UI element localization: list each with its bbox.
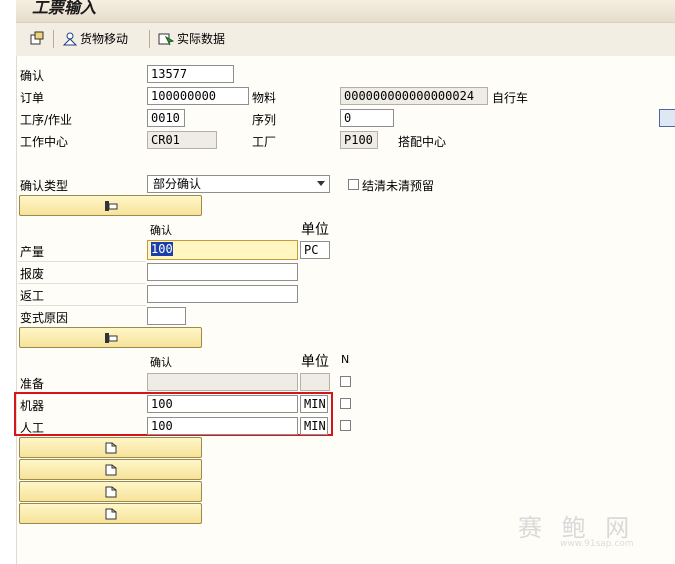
rework-field[interactable] (147, 285, 298, 303)
section-expand-button-2[interactable] (19, 459, 202, 480)
goods-movement-button[interactable]: 货物移动 (63, 30, 128, 47)
title-bar (16, 0, 675, 22)
workcenter-description: 搭配中心 (398, 135, 447, 149)
conf-type-dropdown[interactable]: 部分确认 (147, 175, 330, 193)
workcenter-label: 工作中心 (20, 135, 69, 149)
expand-section-icon (105, 486, 116, 497)
clear-reservations-checkbox[interactable] (348, 179, 359, 190)
setup-field (147, 373, 298, 391)
qty-unit-header: 单位 (301, 222, 329, 238)
act-unit-header: 单位 (301, 354, 329, 370)
plant-label: 工厂 (252, 135, 277, 149)
row-divider (18, 283, 146, 284)
chevron-down-icon (317, 181, 325, 186)
actual-data-button[interactable]: 实际数据 (158, 30, 225, 47)
material-label: 物料 (252, 91, 277, 105)
row-divider (18, 305, 146, 306)
toolbar-separator (53, 30, 54, 48)
act-n-header: N (341, 353, 350, 366)
sequence-field[interactable]: 0 (340, 109, 394, 127)
scrap-label: 报废 (20, 267, 45, 281)
plant-field: P100 (340, 131, 378, 149)
section-expand-button-3[interactable] (19, 481, 202, 502)
confirmation-label: 确认 (20, 69, 45, 83)
qty-confirm-header: 确认 (150, 224, 172, 237)
setup-no-remaining-checkbox[interactable] (340, 376, 351, 387)
conf-type-value: 部分确认 (153, 177, 202, 191)
expand-section-icon (105, 508, 116, 519)
actual-data-icon (158, 33, 174, 45)
sequence-label: 序列 (252, 113, 277, 127)
setup-label: 准备 (20, 377, 45, 391)
yield-field[interactable]: 100 (147, 240, 298, 260)
rework-label: 返工 (20, 289, 45, 303)
conf-type-label: 确认类型 (20, 179, 69, 193)
machine-unit-field[interactable]: MIN (300, 395, 328, 413)
order-label: 订单 (20, 91, 45, 105)
goods-movement-label: 货物移动 (80, 32, 129, 46)
labor-no-remaining-checkbox[interactable] (340, 420, 351, 431)
operation-label: 工序/作业 (20, 113, 73, 127)
expand-section-icon (105, 464, 116, 475)
toolbar-overview-button[interactable] (30, 31, 44, 45)
workcenter-field: CR01 (147, 131, 217, 149)
window-title: 工票输入 (32, 0, 97, 17)
overview-icon (30, 31, 44, 45)
variance-reason-label: 变式原因 (20, 311, 69, 325)
labor-field[interactable]: 100 (147, 417, 298, 435)
expand-section-icon (105, 442, 116, 453)
machine-field[interactable]: 100 (147, 395, 298, 413)
row-divider (18, 261, 146, 262)
operation-field[interactable]: 0010 (147, 109, 185, 127)
side-button[interactable] (659, 109, 675, 127)
act-confirm-header: 确认 (150, 356, 172, 369)
person-icon (63, 32, 77, 45)
scrap-field[interactable] (147, 263, 298, 281)
section-expand-button-4[interactable] (19, 503, 202, 524)
machine-no-remaining-checkbox[interactable] (340, 398, 351, 409)
setup-unit-field (300, 373, 330, 391)
confirmation-field[interactable]: 13577 (147, 65, 234, 83)
detail-toggle-icon (104, 200, 117, 211)
clear-reservations-label: 结清未清预留 (362, 179, 435, 193)
activities-detail-button[interactable] (19, 327, 202, 348)
watermark-url: www.91sap.com (560, 539, 634, 549)
detail-toggle-icon (104, 332, 117, 343)
material-description: 自行车 (492, 91, 529, 105)
labor-label: 人工 (20, 421, 45, 435)
machine-label: 机器 (20, 399, 45, 413)
yield-unit-field[interactable]: PC (300, 241, 330, 259)
yield-label: 产量 (20, 245, 45, 259)
section-expand-button-1[interactable] (19, 437, 202, 458)
watermark-text: 赛 鲍 网 (518, 514, 636, 542)
variance-reason-field[interactable] (147, 307, 186, 325)
toolbar-separator (149, 30, 150, 48)
actual-data-label: 实际数据 (177, 32, 226, 46)
labor-unit-field[interactable]: MIN (300, 417, 328, 435)
material-field: 000000000000000024 (340, 87, 488, 105)
order-field[interactable]: 100000000 (147, 87, 249, 105)
yield-value: 100 (151, 242, 173, 256)
quantities-detail-button[interactable] (19, 195, 202, 216)
